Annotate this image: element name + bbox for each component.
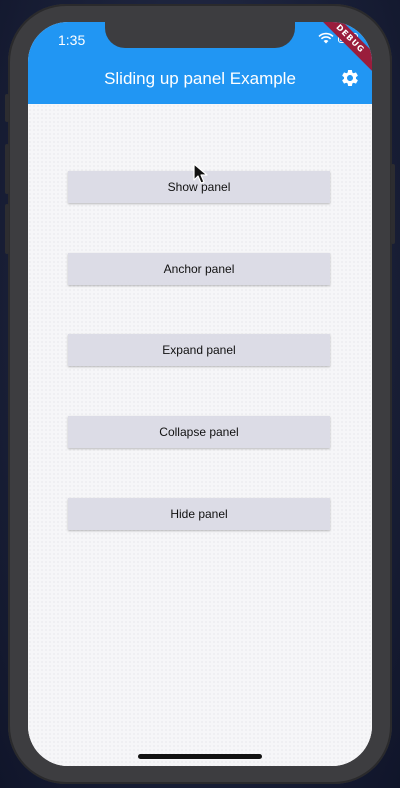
collapse-panel-button[interactable]: Collapse panel [68, 416, 330, 448]
device-screen: 1:35 DEBUG Sliding up panel Example Show… [28, 22, 372, 766]
status-time: 1:35 [58, 32, 86, 48]
volume-down-button [5, 204, 9, 254]
volume-up-button [5, 144, 9, 194]
show-panel-button[interactable]: Show panel [68, 171, 330, 203]
app-bar: 1:35 DEBUG Sliding up panel Example [28, 22, 372, 104]
anchor-panel-button[interactable]: Anchor panel [68, 253, 330, 285]
home-indicator[interactable] [138, 754, 262, 759]
main-content: Show panel Anchor panel Expand panel Col… [28, 104, 372, 766]
expand-panel-button[interactable]: Expand panel [68, 334, 330, 366]
wifi-icon [318, 32, 334, 44]
device-notch [105, 22, 295, 48]
silent-switch [5, 94, 9, 122]
page-title: Sliding up panel Example [104, 69, 296, 88]
power-button [391, 164, 395, 244]
gear-icon[interactable] [340, 68, 360, 88]
hide-panel-button[interactable]: Hide panel [68, 498, 330, 530]
